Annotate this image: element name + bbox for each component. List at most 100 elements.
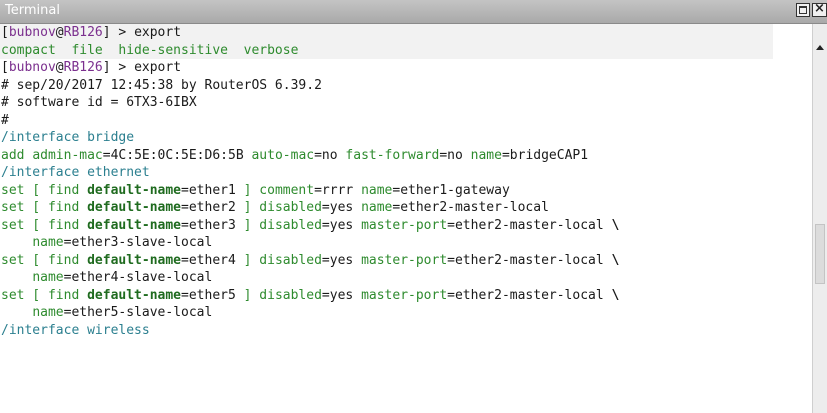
terminal-text-segment: [ (1, 60, 9, 75)
terminal-text-segment: compact file hide-sensitive verbose (1, 42, 299, 58)
terminal-text-segment: set [ find (1, 252, 88, 268)
terminal-text-segment: disabled (259, 217, 322, 233)
terminal-text-segment: master-port (361, 287, 448, 303)
terminal-text-segment: name (32, 270, 64, 285)
terminal-text-segment: =4C:5E:0C:5E:D6:5B (102, 147, 252, 163)
terminal-text-segment: =ether3 (181, 217, 244, 233)
terminal-text-segment: # software id = 6TX3-6IBX (1, 95, 197, 110)
terminal-line: [bubnov@RB126] > export (0, 24, 773, 42)
terminal-text-segment: name (32, 305, 64, 320)
terminal-line: /interface ethernet (0, 164, 811, 182)
terminal-text-segment: disabled (259, 200, 322, 215)
terminal-text-segment: @ (55, 25, 64, 40)
terminal-text-segment: ] > export (102, 60, 182, 75)
terminal-text-segment: ] > export (102, 25, 182, 40)
terminal-text-segment: =ether2-master-local (447, 217, 612, 233)
terminal-text-segment: ] (243, 200, 260, 215)
terminal-text-segment: set [ find (1, 182, 88, 198)
terminal-text-segment: default-name (87, 287, 182, 303)
terminal-text-segment: default-name (87, 182, 182, 198)
terminal-text-segment: # (1, 112, 9, 128)
terminal-text-segment: =ether1 (181, 182, 244, 198)
terminal-line: # software id = 6TX3-6IBX (0, 94, 811, 112)
terminal-line: # (0, 112, 811, 130)
terminal-line: # sep/20/2017 12:45:38 by RouterOS 6.39.… (0, 77, 811, 95)
terminal-line: set [ find default-name=ether2 ] disable… (0, 199, 811, 217)
terminal-text-segment: =ether3-slave-local (63, 235, 213, 250)
terminal-text-segment: =yes (321, 287, 362, 303)
terminal-output[interactable]: [bubnov@RB126] > export compact file hide… (0, 24, 811, 413)
scrollbar-thumb[interactable] (815, 224, 825, 284)
terminal-window: Terminal × [bubnov@RB126] > export compac… (0, 0, 827, 413)
terminal-text-segment: =ether2-master-local (447, 287, 612, 303)
terminal-text-segment: \ (611, 287, 620, 303)
terminal-text-segment: =ether1-gateway (392, 182, 510, 198)
terminal-text-segment: =ether5-slave-local (63, 305, 213, 320)
terminal-text-segment: default-name (87, 217, 182, 233)
terminal-text-segment: =yes (321, 200, 362, 215)
terminal-text-segment: default-name (87, 200, 182, 215)
terminal-text-segment: =ether2 (181, 200, 244, 215)
terminal-text-segment: =no (439, 147, 471, 163)
terminal-line: /interface wireless (0, 322, 811, 340)
terminal-text-segment: comment (259, 182, 315, 198)
terminal-line: set [ find default-name=ether1 ] comment… (0, 182, 811, 200)
terminal-text-segment: default-name (87, 252, 182, 268)
window-title: Terminal (5, 3, 60, 18)
terminal-text-segment: /interface ethernet (1, 165, 150, 180)
terminal-text-segment: /interface wireless (1, 322, 150, 338)
terminal-text-segment: =yes (321, 252, 362, 268)
terminal-text-segment: /interface bridge (1, 130, 135, 145)
terminal-text-segment: name (32, 235, 64, 250)
terminal-text-segment: [ (1, 25, 9, 40)
terminal-text-segment: =ether2-master-local (447, 252, 612, 268)
terminal-text-segment: ] (243, 217, 260, 233)
vertical-scrollbar[interactable] (812, 24, 827, 413)
terminal-line: name=ether5-slave-local (0, 304, 811, 322)
terminal-line: add admin-mac=4C:5E:0C:5E:D6:5B auto-mac… (0, 147, 811, 165)
terminal-text-segment: =ether4-slave-local (63, 270, 213, 285)
terminal-text-segment: set [ find (1, 217, 88, 233)
terminal-text-segment: ] (243, 287, 260, 303)
terminal-line: /interface bridge (0, 129, 811, 147)
terminal-text-segment: # sep/20/2017 12:45:38 by RouterOS 6.39.… (1, 77, 322, 93)
terminal-text-segment: =rrrr (314, 182, 362, 198)
terminal-line: set [ find default-name=ether4 ] disable… (0, 252, 811, 270)
terminal-text-segment: set [ find (1, 287, 88, 303)
terminal-text-segment: auto-mac (251, 147, 315, 163)
title-bar[interactable]: Terminal × (0, 0, 827, 24)
terminal-text-segment: RB126 (63, 25, 103, 40)
terminal-text-segment: ] (243, 252, 260, 268)
terminal-text-segment: bubnov (8, 60, 56, 75)
close-icon: × (814, 1, 825, 16)
terminal-line: name=ether4-slave-local (0, 269, 811, 287)
terminal-text-segment: =bridgeCAP1 (501, 147, 589, 163)
terminal-text-segment: RB126 (63, 60, 103, 75)
terminal-text-segment: name (361, 182, 393, 198)
maximize-icon (799, 6, 807, 14)
terminal-text-segment: @ (55, 60, 64, 75)
terminal-line: set [ find default-name=ether3 ] disable… (0, 217, 811, 235)
terminal-text-segment: name (470, 147, 502, 163)
terminal-line: [bubnov@RB126] > export (0, 59, 811, 77)
close-button[interactable]: × (812, 1, 827, 17)
terminal-text-segment: =ether4 (181, 252, 244, 268)
maximize-button[interactable] (796, 3, 810, 17)
terminal-text-segment: admin-mac (32, 147, 103, 163)
terminal-text-segment: master-port (361, 252, 448, 268)
terminal-text-segment: bubnov (8, 25, 56, 40)
terminal-text-segment: =ether5 (181, 287, 244, 303)
terminal-text-segment: disabled (259, 287, 322, 303)
terminal-text-segment: name (361, 200, 393, 215)
terminal-text-segment: \ (611, 252, 620, 268)
terminal-text-segment: =yes (321, 217, 362, 233)
terminal-line: set [ find default-name=ether5 ] disable… (0, 287, 811, 305)
scroll-up-arrow-icon[interactable] (816, 45, 824, 50)
terminal-text-segment: \ (611, 217, 620, 233)
terminal-text-segment: fast-forward (345, 147, 440, 163)
terminal-text-segment: master-port (361, 217, 448, 233)
terminal-line: name=ether3-slave-local (0, 234, 811, 252)
